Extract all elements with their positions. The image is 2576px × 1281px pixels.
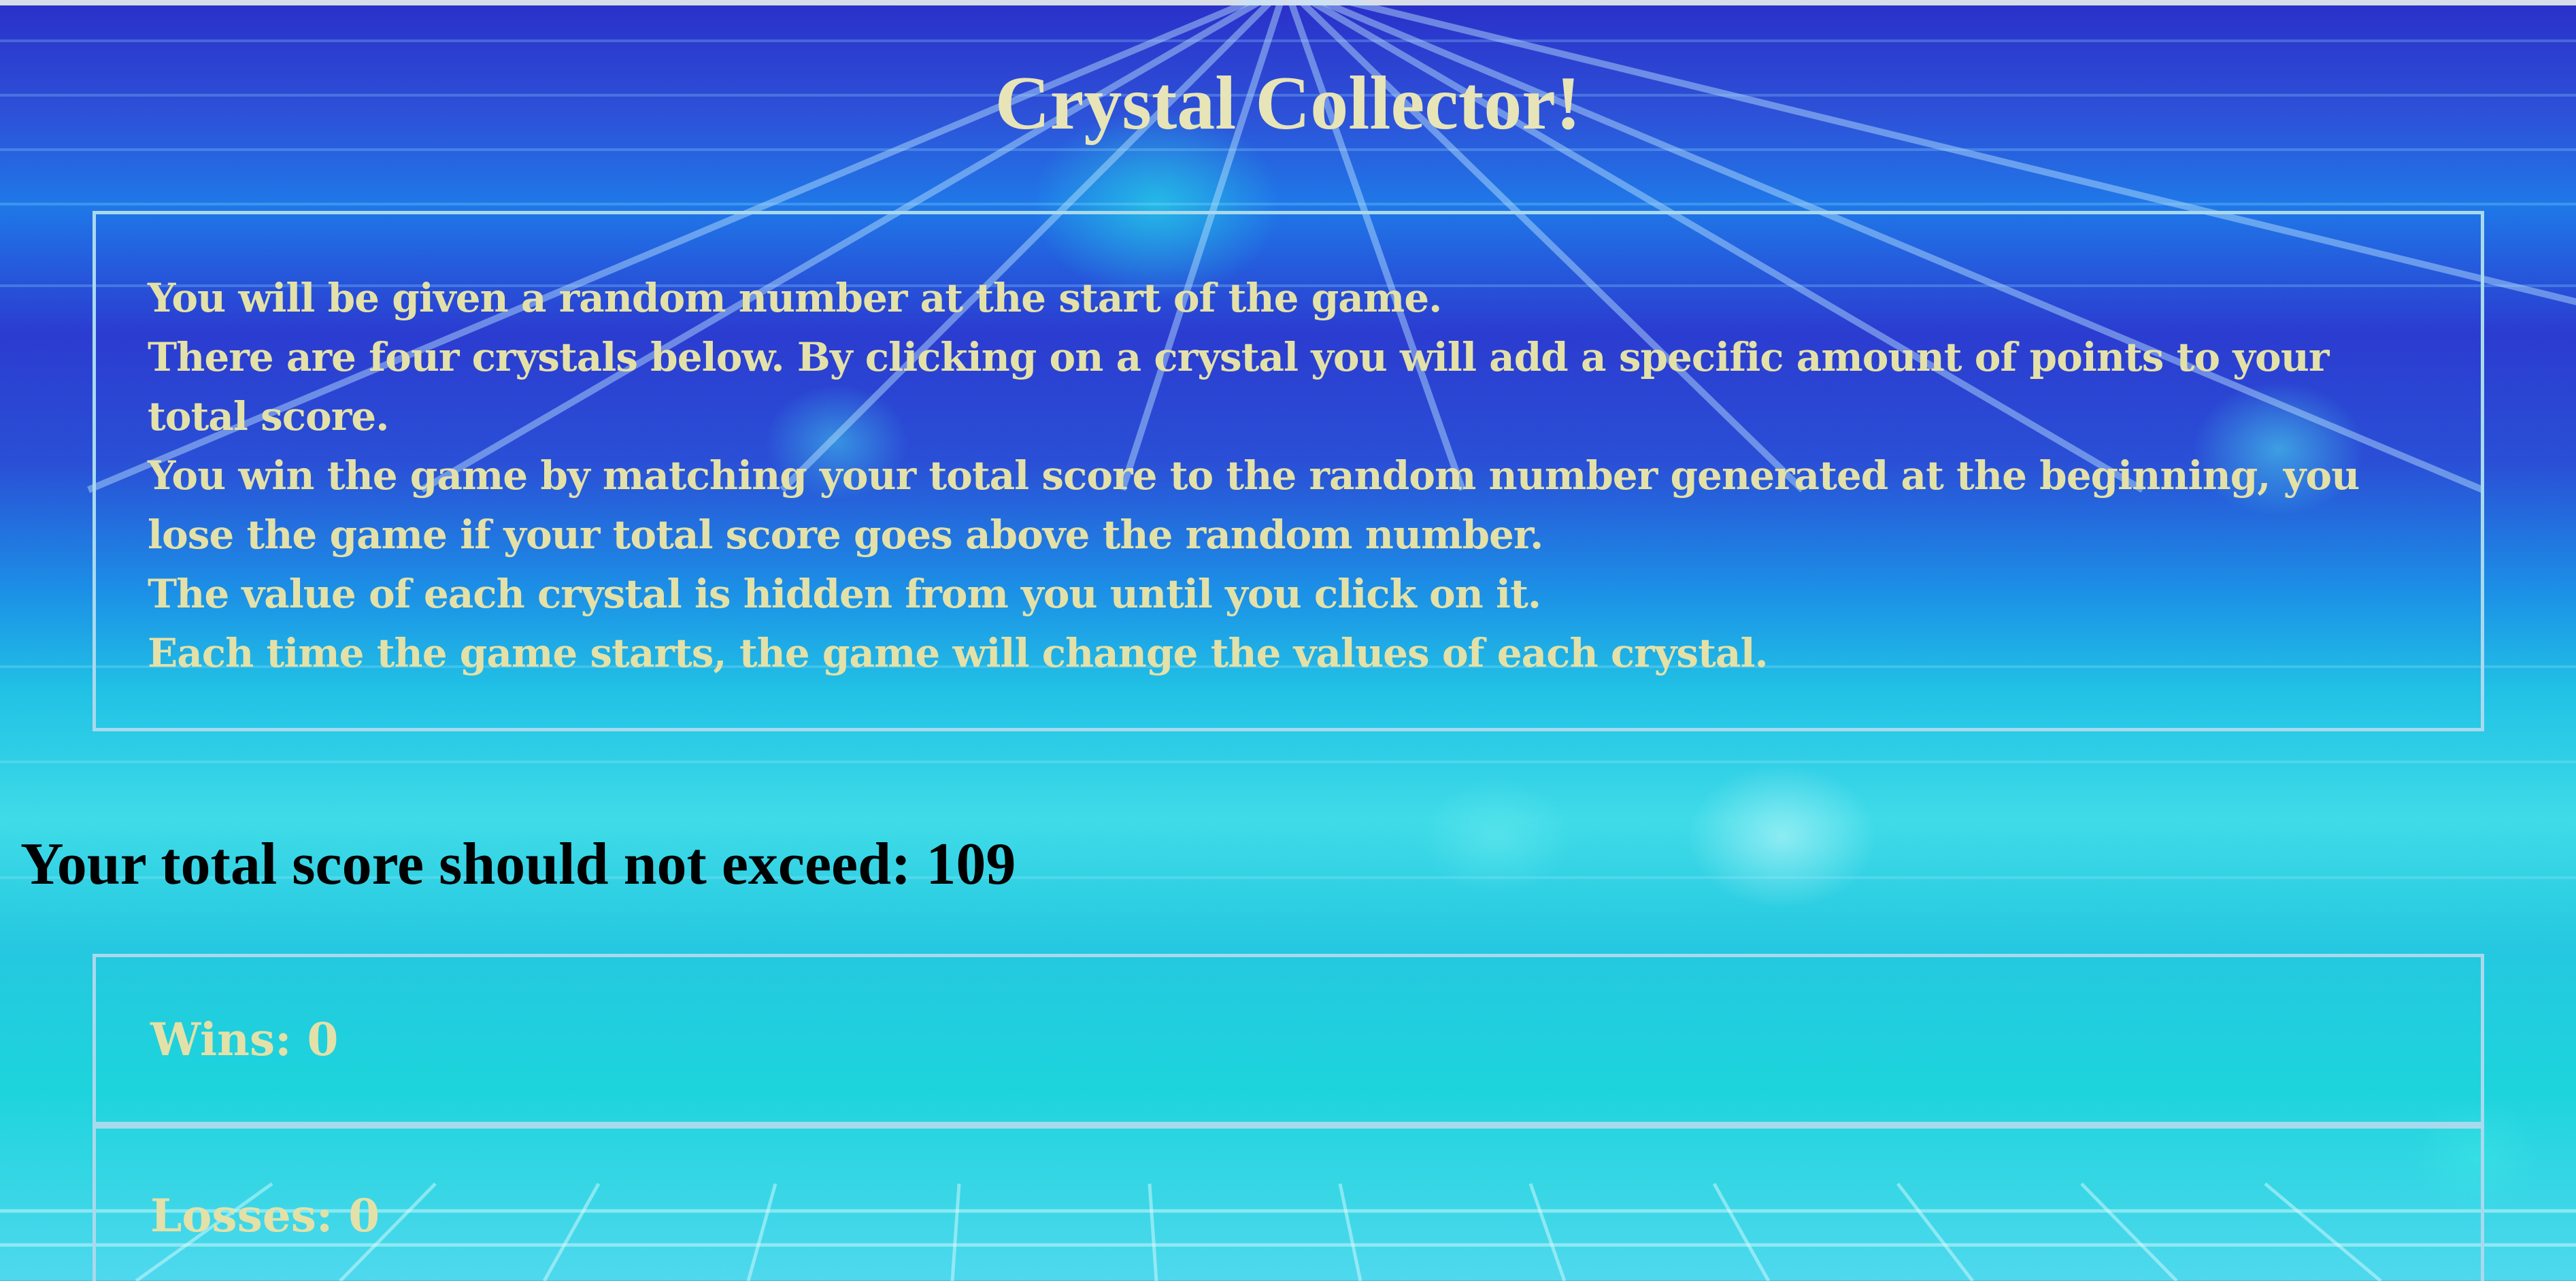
- page-title: Crystal Collector!: [994, 61, 1582, 146]
- instruction-line: The value of each crystal is hidden from…: [148, 571, 1541, 617]
- losses-counter: Losses: 0: [150, 1188, 380, 1242]
- wins-counter: Wins: 0: [150, 1013, 339, 1066]
- instruction-line: Each time the game starts, the game will…: [148, 630, 1769, 676]
- instruction-line: You win the game by matching your total …: [148, 452, 2360, 499]
- instruction-line: You will be given a random number at the…: [148, 275, 1442, 321]
- instruction-line: There are four crystals below. By clicki…: [148, 334, 2329, 380]
- wins-panel: Wins: 0: [93, 954, 2484, 1125]
- instruction-line: lose the game if your total score goes a…: [148, 512, 1543, 558]
- instructions-panel: You will be given a random number at the…: [93, 211, 2484, 731]
- losses-panel: Losses: 0: [93, 1125, 2484, 1281]
- target-score-text: Your total score should not exceed: 109: [20, 831, 1016, 897]
- browser-top-edge: [0, 0, 2576, 5]
- instruction-line: total score.: [148, 393, 389, 439]
